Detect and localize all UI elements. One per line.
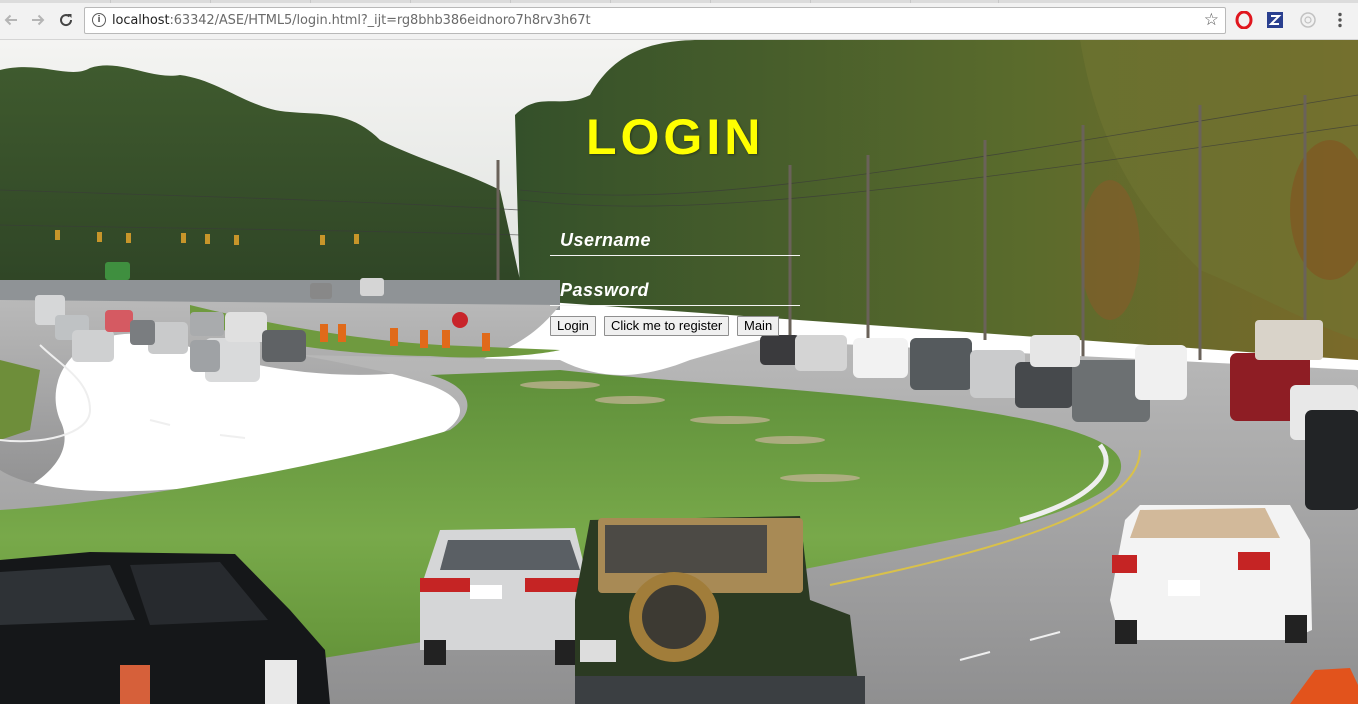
menu-icon[interactable] — [1331, 11, 1349, 29]
password-field[interactable] — [550, 276, 800, 306]
url-text[interactable]: localhost:63342/ASE/HTML5/login.html?_ij… — [112, 13, 591, 28]
login-heading: LOGIN — [586, 109, 765, 165]
url-host: localhost — [112, 13, 170, 28]
username-field[interactable] — [550, 226, 800, 256]
info-icon[interactable]: i — [92, 13, 106, 27]
browser-toolbar: i localhost:63342/ASE/HTML5/login.html?_… — [0, 0, 1358, 40]
address-bar[interactable]: i localhost:63342/ASE/HTML5/login.html?_… — [84, 7, 1226, 34]
tab-strip — [0, 0, 1358, 3]
back-arrow-icon — [4, 14, 17, 26]
reload-icon — [60, 14, 73, 27]
url-path: :63342/ASE/HTML5/login.html?_ijt=rg8bhb3… — [169, 13, 591, 28]
login-page: LOGIN Login Click me to register Main — [0, 40, 1358, 704]
register-button[interactable]: Click me to register — [604, 316, 730, 336]
main-button[interactable]: Main — [737, 316, 780, 336]
reload-button[interactable] — [55, 9, 77, 31]
username-input[interactable] — [550, 226, 800, 255]
forward-button[interactable] — [27, 9, 49, 31]
opera-extension-icon[interactable] — [1235, 11, 1253, 29]
back-button[interactable] — [0, 9, 22, 31]
password-input[interactable] — [550, 276, 800, 305]
forward-arrow-icon — [32, 14, 45, 26]
zotero-extension-icon[interactable] — [1266, 11, 1284, 29]
extension-icon[interactable] — [1299, 11, 1317, 29]
star-icon[interactable]: ☆ — [1204, 10, 1219, 30]
login-button[interactable]: Login — [550, 316, 596, 336]
